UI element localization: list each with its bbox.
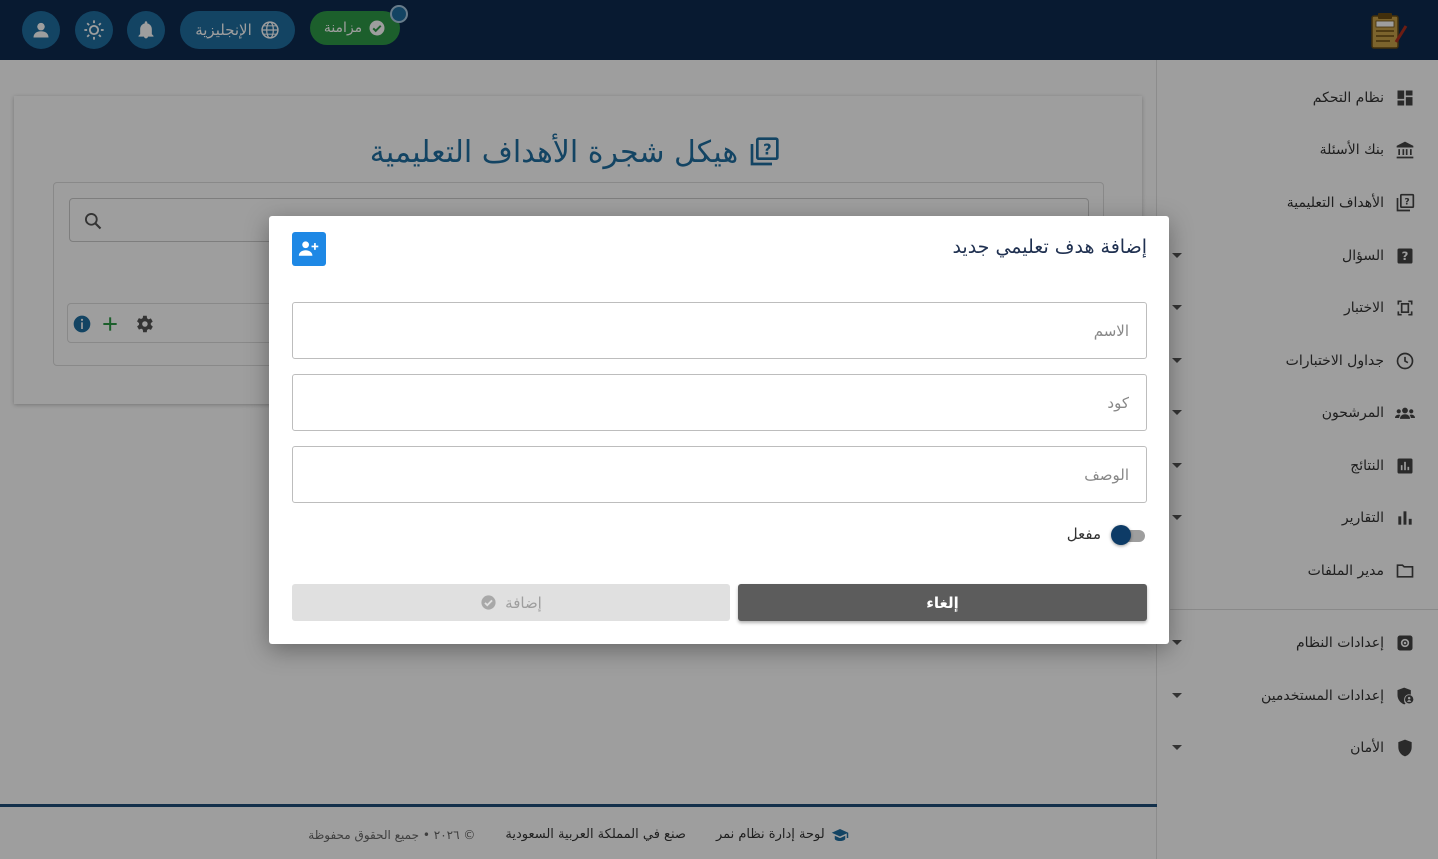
description-field[interactable] [292,446,1147,503]
name-field[interactable] [292,302,1147,359]
add-user-icon [298,241,319,256]
code-input[interactable] [293,375,1146,430]
check-circle-icon [481,595,496,610]
toggle-knob [1111,525,1131,545]
add-objective-dialog: إضافة هدف تعليمي جديد مفعل إضافة إلغاء [269,216,1169,644]
name-input[interactable] [293,303,1146,358]
dialog-icon [292,232,326,266]
cancel-button[interactable]: إلغاء [738,584,1147,621]
active-toggle-label: مفعل [1066,525,1101,543]
cancel-button-label: إلغاء [926,593,959,612]
description-input[interactable] [293,447,1146,502]
active-toggle-row: مفعل [1066,524,1147,545]
add-button[interactable]: إضافة [292,584,730,621]
active-toggle[interactable] [1111,524,1147,545]
dialog-title: إضافة هدف تعليمي جديد [952,236,1147,258]
code-field[interactable] [292,374,1147,431]
add-button-label: إضافة [505,593,542,612]
